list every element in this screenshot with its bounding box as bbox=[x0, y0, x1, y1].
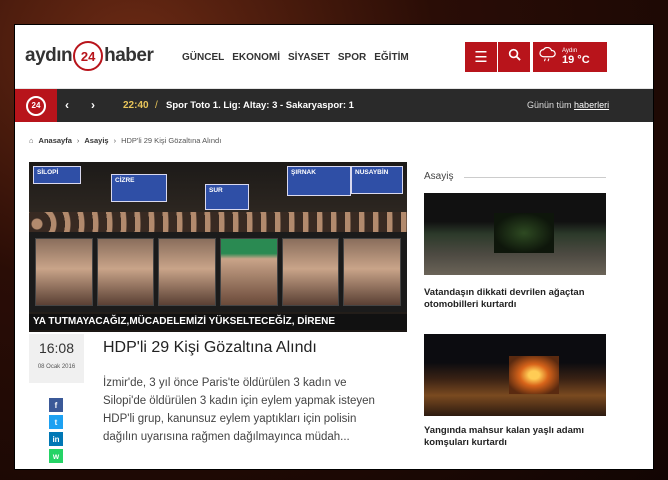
sidebar-news-caption[interactable]: Yangında mahsur kalan yaşlı adamı komşul… bbox=[424, 425, 606, 449]
breadcrumb-home[interactable]: Anasayfa bbox=[39, 136, 72, 145]
banner-slogan: YA TUTMAYACAĞIZ,MÜCADELEMİZİ YÜKSELTECEĞ… bbox=[29, 314, 407, 330]
search-icon bbox=[508, 48, 521, 66]
banner-photo bbox=[281, 238, 340, 306]
breadcrumb: ⌂ Anasayfa › Asayiş › HDP'li 29 Kişi Göz… bbox=[29, 136, 221, 145]
ticker-badge: 24 bbox=[26, 95, 46, 116]
article-title[interactable]: HDP'li 29 Kişi Gözaltına Alındı bbox=[103, 339, 317, 357]
ticker-all-news: Günün tüm haberleri bbox=[527, 100, 609, 110]
nav-item-egitim[interactable]: EĞİTİM bbox=[374, 52, 408, 63]
search-button[interactable] bbox=[498, 42, 530, 72]
protest-sign: CİZRE bbox=[111, 174, 167, 202]
protest-banner bbox=[29, 232, 407, 312]
hamburger-icon: ☰ bbox=[474, 49, 488, 66]
twitter-icon[interactable]: t bbox=[49, 415, 63, 429]
breadcrumb-section[interactable]: Asayiş bbox=[84, 136, 108, 145]
linkedin-icon[interactable]: in bbox=[49, 432, 63, 446]
ticker-time: 22:40 bbox=[123, 100, 149, 111]
sidebar-news-image[interactable] bbox=[424, 334, 606, 416]
ticker-next-button[interactable]: › bbox=[91, 98, 95, 112]
banner-photo bbox=[220, 238, 278, 306]
article-summary: İzmir'de, 3 yıl önce Paris'te öldürülen … bbox=[103, 377, 375, 443]
ticker-headline[interactable]: Spor Toto 1. Lig: Altay: 3 - Sakaryaspor… bbox=[166, 100, 354, 111]
breadcrumb-separator: › bbox=[113, 136, 117, 145]
main-nav: GÜNCEL EKONOMİ SİYASET SPOR EĞİTİM bbox=[182, 52, 409, 63]
article-time: 16:08 bbox=[38, 340, 75, 356]
weather-widget[interactable]: Aydın 19 °C bbox=[533, 42, 607, 72]
sidebar-divider bbox=[464, 177, 606, 178]
cloud-rain-icon bbox=[539, 46, 557, 68]
banner-photo bbox=[35, 238, 93, 306]
sidebar-news-image[interactable] bbox=[424, 193, 606, 275]
article-date: 08 Ocak 2016 bbox=[37, 364, 76, 370]
protest-sign: ŞIRNAK bbox=[287, 166, 351, 196]
ticker-all-prefix: Günün tüm bbox=[527, 100, 572, 110]
news-page: aydın 24 haber GÜNCEL EKONOMİ SİYASET SP… bbox=[14, 24, 654, 470]
breadcrumb-separator: › bbox=[76, 136, 80, 145]
share-buttons: f t in w bbox=[49, 398, 63, 463]
ticker-separator: / bbox=[155, 100, 158, 111]
ticker-logo: 24 bbox=[15, 89, 57, 122]
menu-button[interactable]: ☰ bbox=[465, 42, 497, 72]
breadcrumb-current: HDP'li 29 Kişi Gözaltına Alındı bbox=[121, 136, 222, 145]
banner-photo bbox=[158, 238, 217, 306]
logo-text-right: haber bbox=[104, 45, 154, 66]
banner-photo bbox=[96, 238, 155, 306]
site-logo[interactable]: aydın 24 haber bbox=[25, 41, 154, 71]
nav-item-ekonomi[interactable]: EKONOMİ bbox=[232, 52, 280, 63]
sidebar-title: Asayiş bbox=[424, 171, 454, 182]
protest-sign: SİLOPİ bbox=[33, 166, 81, 184]
news-ticker: 24 ‹ › 22:40 / Spor Toto 1. Lig: Altay: … bbox=[15, 89, 653, 122]
protest-sign: SUR bbox=[205, 184, 249, 210]
whatsapp-icon[interactable]: w bbox=[49, 449, 63, 463]
nav-item-siyaset[interactable]: SİYASET bbox=[288, 52, 330, 63]
sidebar-news-caption[interactable]: Vatandaşın dikkati devrilen ağaçtan otom… bbox=[424, 287, 606, 311]
weather-temp: 19 °C bbox=[562, 54, 590, 66]
home-icon: ⌂ bbox=[29, 136, 34, 145]
nav-item-spor[interactable]: SPOR bbox=[338, 52, 366, 63]
nav-item-guncel[interactable]: GÜNCEL bbox=[182, 52, 224, 63]
weather-info: Aydın 19 °C bbox=[562, 48, 590, 66]
site-header: aydın 24 haber GÜNCEL EKONOMİ SİYASET SP… bbox=[15, 25, 653, 89]
logo-text-left: aydın bbox=[25, 45, 73, 66]
protest-sign: NUSAYBİN bbox=[351, 166, 403, 194]
ticker-all-link[interactable]: haberleri bbox=[574, 100, 609, 110]
logo-badge: 24 bbox=[73, 41, 104, 71]
ticker-prev-button[interactable]: ‹ bbox=[65, 98, 69, 112]
article-hero-image[interactable]: ŞIRNAK CİZRE SUR SİLOPİ NUSAYBİN YA TUTM… bbox=[29, 162, 407, 332]
facebook-icon[interactable]: f bbox=[49, 398, 63, 412]
article-datebox: 16:08 08 Ocak 2016 bbox=[29, 334, 84, 383]
banner-photo bbox=[343, 238, 402, 306]
